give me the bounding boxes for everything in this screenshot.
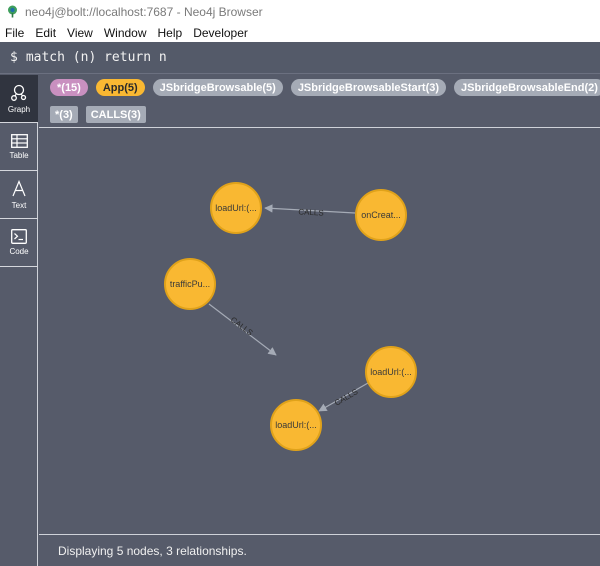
code-icon	[11, 229, 27, 244]
rel-pill-calls[interactable]: CALLS(3)	[85, 106, 146, 123]
result-frame: *(15) App(5) JSbridgeBrowsable(5) JSbrid…	[39, 75, 600, 566]
neo4j-logo-icon	[6, 5, 19, 18]
label-pill-jsbridgebrowsablestart[interactable]: JSbridgeBrowsableStart(3)	[290, 79, 447, 96]
node-caption: trafficPu...	[170, 279, 210, 289]
graph-canvas[interactable]: CALLS CALLS CALLS loadUrl:(... onCreat..…	[39, 128, 600, 533]
node-caption: loadUrl:(...	[370, 367, 412, 377]
node-caption: loadUrl:(...	[215, 203, 257, 213]
relationship-edge[interactable]: CALLS	[264, 204, 356, 218]
graph-icon	[11, 84, 27, 101]
tab-table-label: Table	[9, 150, 29, 160]
tab-table[interactable]: Table	[0, 123, 38, 171]
menu-help[interactable]: Help	[153, 26, 189, 40]
graph-node[interactable]: trafficPu...	[164, 258, 216, 310]
edge-label: CALLS	[298, 207, 324, 217]
menu-window[interactable]: Window	[99, 26, 153, 40]
window-title-bar: neo4j@bolt://localhost:7687 - Neo4j Brow…	[0, 0, 600, 23]
status-bar: Displaying 5 nodes, 3 relationships.	[39, 534, 600, 566]
edge-label: CALLS	[333, 387, 359, 407]
menu-bar: File Edit View Window Help Developer	[0, 23, 600, 42]
view-switcher-sidebar: Graph Table Text Code	[0, 75, 38, 566]
node-labels-legend: *(15) App(5) JSbridgeBrowsable(5) JSbrid…	[50, 79, 600, 96]
menu-file[interactable]: File	[0, 26, 30, 40]
tab-text[interactable]: Text	[0, 171, 38, 219]
node-caption: loadUrl:(...	[275, 420, 317, 430]
graph-node[interactable]: loadUrl:(...	[210, 182, 262, 234]
node-caption: onCreat...	[361, 210, 401, 220]
relationship-edge[interactable]: CALLS	[208, 303, 277, 356]
tab-code[interactable]: Code	[0, 219, 38, 267]
label-pill-all[interactable]: *(15)	[50, 79, 88, 96]
query-editor[interactable]: $ match (n) return n	[0, 42, 600, 74]
tab-text-label: Text	[11, 200, 27, 210]
query-text[interactable]: match (n) return n	[26, 50, 167, 65]
query-prompt: $	[10, 50, 18, 65]
rel-pill-all[interactable]: *(3)	[50, 106, 78, 123]
graph-node[interactable]: loadUrl:(...	[270, 399, 322, 451]
label-pill-jsbridgebrowsable[interactable]: JSbridgeBrowsable(5)	[152, 79, 283, 96]
relationship-types-legend: *(3) CALLS(3)	[50, 106, 154, 123]
label-pill-app[interactable]: App(5)	[95, 79, 145, 96]
tab-code-label: Code	[9, 247, 29, 256]
text-icon	[12, 179, 26, 196]
edge-label: CALLS	[229, 315, 255, 337]
relationship-edge[interactable]: CALLS	[318, 382, 369, 412]
table-icon	[10, 133, 28, 148]
tab-graph-label: Graph	[7, 104, 31, 114]
graph-node[interactable]: loadUrl:(...	[365, 346, 417, 398]
graph-node[interactable]: onCreat...	[355, 189, 407, 241]
menu-view[interactable]: View	[62, 26, 99, 40]
menu-developer[interactable]: Developer	[188, 26, 254, 40]
status-text: Displaying 5 nodes, 3 relationships.	[58, 543, 247, 558]
label-pill-jsbridgebrowsableend[interactable]: JSbridgeBrowsableEnd(2)	[454, 79, 600, 96]
window-title: neo4j@bolt://localhost:7687 - Neo4j Brow…	[25, 4, 263, 19]
menu-edit[interactable]: Edit	[30, 26, 62, 40]
tab-graph[interactable]: Graph	[0, 75, 38, 123]
